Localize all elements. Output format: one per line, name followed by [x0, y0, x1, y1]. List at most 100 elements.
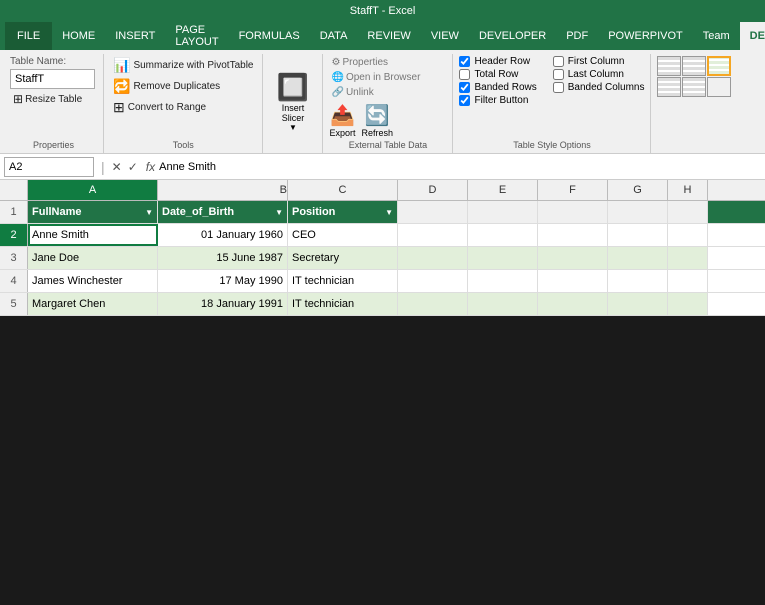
cell-a2[interactable]: Anne Smith — [28, 224, 158, 246]
tab-review[interactable]: REVIEW — [357, 22, 420, 50]
tab-pdf[interactable]: PDF — [556, 22, 598, 50]
style-swatch-1[interactable] — [657, 56, 681, 76]
cell-g2[interactable] — [608, 224, 668, 246]
filter-button-option[interactable]: Filter Button — [459, 95, 528, 106]
refresh-button[interactable]: 🔄 Refresh — [362, 103, 394, 138]
cell-c3[interactable]: Secretary — [288, 247, 398, 269]
insert-slicer-button[interactable]: 🔲 InsertSlicer ▼ — [273, 68, 313, 136]
cell-g4[interactable] — [608, 270, 668, 292]
cell-c1[interactable]: Position ▼ — [288, 201, 398, 223]
col-header-a[interactable]: A — [28, 180, 158, 200]
cell-c4[interactable]: IT technician — [288, 270, 398, 292]
cell-a5[interactable]: Margaret Chen — [28, 293, 158, 315]
first-column-checkbox[interactable] — [553, 56, 564, 67]
cell-d3[interactable] — [398, 247, 468, 269]
cell-f1[interactable] — [538, 201, 608, 223]
col-header-h[interactable]: H — [668, 180, 708, 200]
total-row-option[interactable]: Total Row — [459, 69, 536, 80]
confirm-formula-button[interactable]: ✓ — [126, 160, 140, 174]
summarize-pivottable-button[interactable]: 📊 Summarize with PivotTable — [110, 56, 256, 75]
row-num-2[interactable]: 2 — [0, 224, 28, 246]
export-button[interactable]: 📤 Export — [329, 103, 355, 138]
cell-g1[interactable] — [608, 201, 668, 223]
cell-c2[interactable]: CEO — [288, 224, 398, 246]
tab-view[interactable]: VIEW — [421, 22, 469, 50]
cell-b4[interactable]: 17 May 1990 — [158, 270, 288, 292]
properties-button[interactable]: ⚙ Properties — [329, 56, 390, 69]
style-swatch-5[interactable] — [682, 77, 706, 97]
col-header-e[interactable]: E — [468, 180, 538, 200]
cell-f3[interactable] — [538, 247, 608, 269]
last-column-option[interactable]: Last Column — [553, 69, 645, 80]
cell-a4[interactable]: James Winchester — [28, 270, 158, 292]
cell-d4[interactable] — [398, 270, 468, 292]
cell-b2[interactable]: 01 January 1960 — [158, 224, 288, 246]
cell-h5[interactable] — [668, 293, 708, 315]
cell-a1[interactable]: FullName ▼ — [28, 201, 158, 223]
row-num-1[interactable]: 1 — [0, 201, 28, 223]
cell-h3[interactable] — [668, 247, 708, 269]
col-header-d[interactable]: D — [398, 180, 468, 200]
col-header-c[interactable]: C — [288, 180, 398, 200]
cell-f5[interactable] — [538, 293, 608, 315]
banded-rows-checkbox[interactable] — [459, 82, 470, 93]
cell-e2[interactable] — [468, 224, 538, 246]
unlink-button[interactable]: 🔗 Unlink — [329, 86, 375, 99]
resize-table-button[interactable]: ⊞ Resize Table — [10, 91, 85, 107]
row-num-4[interactable]: 4 — [0, 270, 28, 292]
filter-button-checkbox[interactable] — [459, 95, 470, 106]
cell-e3[interactable] — [468, 247, 538, 269]
cell-c5[interactable]: IT technician — [288, 293, 398, 315]
header-row-checkbox[interactable] — [459, 56, 470, 67]
style-swatch-3[interactable] — [707, 56, 731, 76]
cell-b3[interactable]: 15 June 1987 — [158, 247, 288, 269]
style-swatch-2[interactable] — [682, 56, 706, 76]
cell-g5[interactable] — [608, 293, 668, 315]
tab-formulas[interactable]: FORMULAS — [229, 22, 310, 50]
cell-g3[interactable] — [608, 247, 668, 269]
cell-h1[interactable] — [668, 201, 708, 223]
cell-b5[interactable]: 18 January 1991 — [158, 293, 288, 315]
row-num-3[interactable]: 3 — [0, 247, 28, 269]
cell-h2[interactable] — [668, 224, 708, 246]
cell-e4[interactable] — [468, 270, 538, 292]
remove-duplicates-button[interactable]: 🔁 Remove Duplicates — [110, 77, 223, 96]
tab-team[interactable]: Team — [693, 22, 740, 50]
cell-b1[interactable]: Date_of_Birth ▼ — [158, 201, 288, 223]
tab-data[interactable]: DATA — [310, 22, 358, 50]
position-dropdown-arrow[interactable]: ▼ — [385, 208, 393, 217]
name-box[interactable]: A2 — [4, 157, 94, 177]
first-column-option[interactable]: First Column — [553, 56, 645, 67]
open-browser-button[interactable]: 🌐 Open in Browser — [329, 71, 422, 84]
tab-insert[interactable]: INSERT — [105, 22, 165, 50]
cell-d5[interactable] — [398, 293, 468, 315]
tab-file[interactable]: FILE — [5, 22, 52, 50]
fullname-dropdown-arrow[interactable]: ▼ — [145, 208, 153, 217]
last-column-checkbox[interactable] — [553, 69, 564, 80]
tab-design[interactable]: DESIGN — [740, 22, 765, 50]
banded-columns-checkbox[interactable] — [553, 82, 564, 93]
style-swatch-6[interactable] — [707, 77, 731, 97]
table-name-input[interactable] — [10, 69, 95, 89]
cell-e1[interactable] — [468, 201, 538, 223]
header-row-option[interactable]: Header Row — [459, 56, 536, 67]
tab-powerpivot[interactable]: POWERPIVOT — [598, 22, 693, 50]
cell-f4[interactable] — [538, 270, 608, 292]
row-num-5[interactable]: 5 — [0, 293, 28, 315]
style-swatch-4[interactable] — [657, 77, 681, 97]
tab-home[interactable]: HOME — [52, 22, 105, 50]
col-header-f[interactable]: F — [538, 180, 608, 200]
tab-developer[interactable]: DEVELOPER — [469, 22, 556, 50]
tab-page-layout[interactable]: PAGE LAYOUT — [165, 22, 228, 50]
banded-rows-option[interactable]: Banded Rows — [459, 82, 536, 93]
dob-dropdown-arrow[interactable]: ▼ — [275, 208, 283, 217]
cell-h4[interactable] — [668, 270, 708, 292]
cell-f2[interactable] — [538, 224, 608, 246]
convert-to-range-button[interactable]: ⊞ Convert to Range — [110, 98, 209, 117]
cell-d2[interactable] — [398, 224, 468, 246]
banded-columns-option[interactable]: Banded Columns — [553, 82, 645, 93]
col-header-b[interactable]: B — [158, 180, 288, 200]
cell-d1[interactable] — [398, 201, 468, 223]
cancel-formula-button[interactable]: ✕ — [110, 160, 124, 174]
cell-e5[interactable] — [468, 293, 538, 315]
